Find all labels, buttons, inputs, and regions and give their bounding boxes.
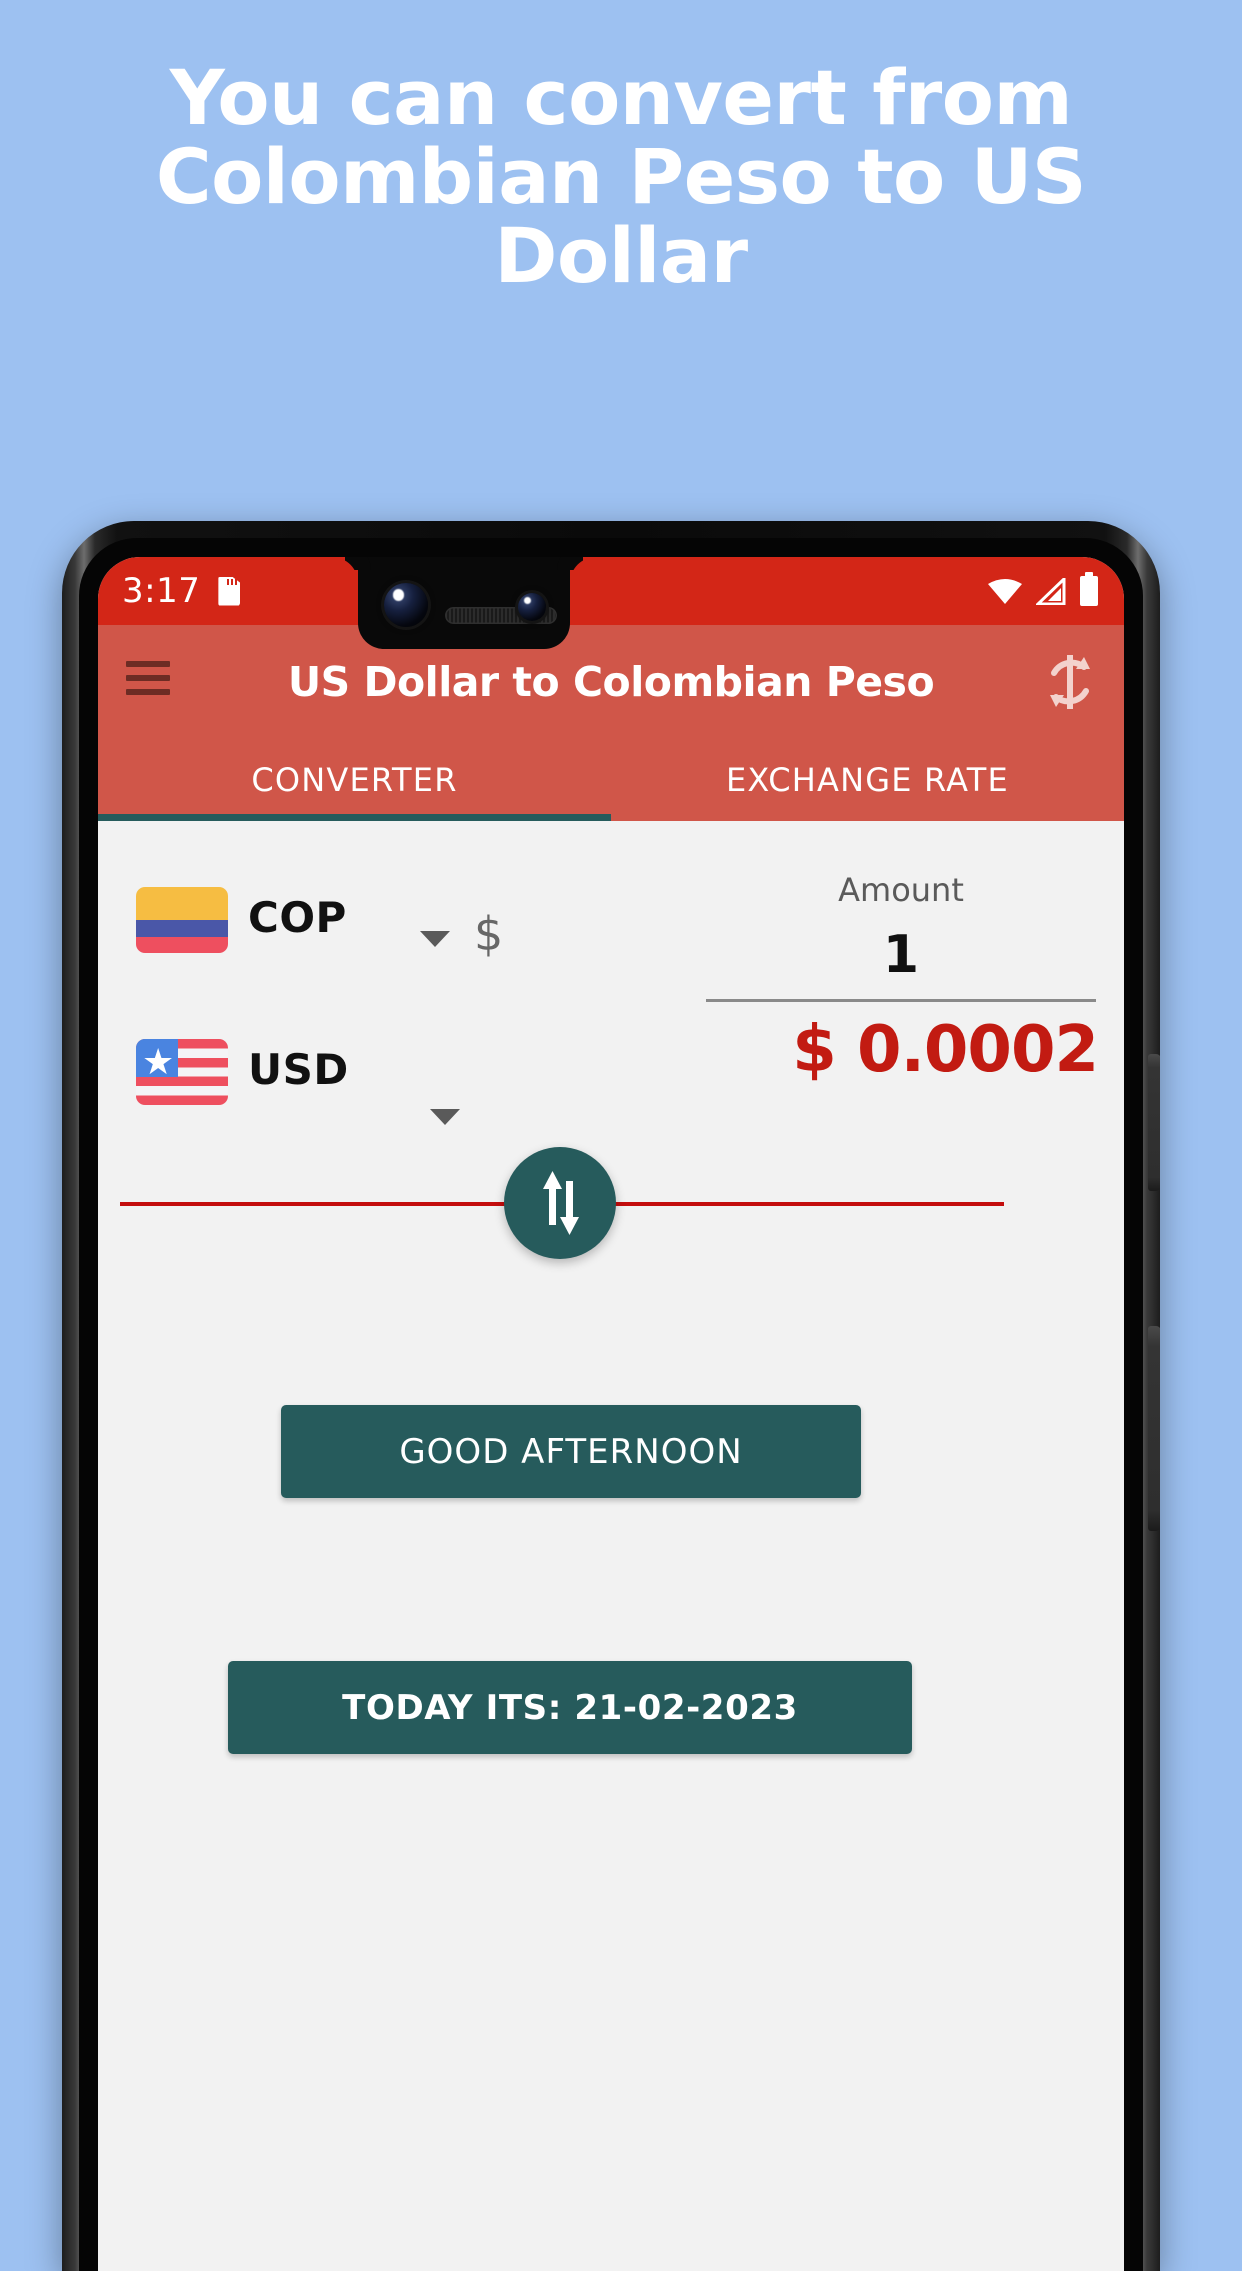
today-date-button[interactable]: TODAY ITS: 21-02-2023 [228,1661,912,1754]
cellular-signal-icon [1036,577,1066,605]
usa-flag-icon: ★ [136,1039,228,1105]
to-currency-code: USD [248,1045,349,1094]
app-bar: US Dollar to Colombian Peso [98,625,1124,739]
power-button[interactable] [1148,1054,1160,1191]
converter-panel: COP $ Amount 1 ★ USD $ 0.0002 GOOD AFTER… [98,821,1124,2271]
greeting-button[interactable]: GOOD AFTERNOON [281,1405,861,1498]
battery-full-icon [1080,572,1098,606]
to-currency-chevron-down-icon[interactable] [430,1109,460,1125]
from-currency-code: COP [248,893,347,942]
tab-converter[interactable]: CONVERTER [98,739,611,821]
conversion-result: $ 0.0002 [792,1013,1099,1087]
today-date-button-label: TODAY ITS: 21-02-2023 [342,1687,798,1728]
tab-exchange-rate[interactable]: EXCHANGE RATE [611,739,1124,821]
app-title: US Dollar to Colombian Peso [287,658,935,706]
wifi-icon [988,579,1022,604]
tab-bar: CONVERTER EXCHANGE RATE [98,739,1124,821]
tab-exchange-rate-label: EXCHANGE RATE [726,761,1009,799]
from-currency-symbol: $ [474,907,504,961]
amount-label: Amount [838,871,964,909]
from-currency-chevron-down-icon[interactable] [420,931,450,947]
sd-card-icon [218,576,241,606]
from-currency-row: COP $ Amount 1 [98,865,1124,1015]
amount-input-underline [706,999,1096,1002]
front-camera-primary-icon [384,583,428,627]
status-bar: 3:17 [98,557,1124,625]
amount-input[interactable]: 1 [706,925,1096,985]
phone-device-frame: 3:17 US Dollar to Colombian Peso CONVERT… [62,521,1160,2271]
front-camera-secondary-icon [518,593,546,621]
swap-vertical-arrows-icon[interactable] [504,1147,616,1259]
status-bar-left: 3:17 [122,557,241,625]
phone-screen: 3:17 US Dollar to Colombian Peso CONVERT… [98,557,1124,2271]
volume-rocker-button[interactable] [1148,1326,1160,1531]
greeting-button-label: GOOD AFTERNOON [399,1431,743,1472]
colombia-flag-icon [136,887,228,953]
promo-headline: You can convert from Colombian Peso to U… [155,53,1087,301]
camera-notch [358,557,570,649]
status-bar-right [988,557,1098,625]
refresh-swap-icon[interactable] [1040,651,1100,713]
status-bar-clock: 3:17 [122,571,201,611]
tab-converter-label: CONVERTER [251,761,458,799]
amount-field-group: Amount 1 [706,871,1096,1002]
